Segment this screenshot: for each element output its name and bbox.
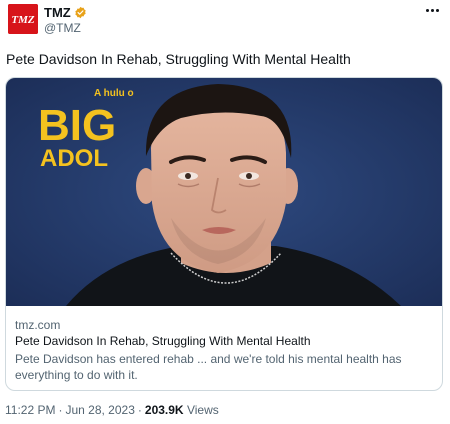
backdrop-hulu-text: A hulu o bbox=[94, 88, 134, 99]
avatar[interactable]: TMZ bbox=[8, 4, 38, 34]
views-count[interactable]: 203.9K bbox=[145, 403, 184, 417]
card-domain: tmz.com bbox=[15, 318, 61, 332]
more-options-icon[interactable] bbox=[422, 2, 442, 18]
backdrop-big-text: BIG bbox=[38, 101, 116, 150]
tweet-text: Pete Davidson In Rehab, Struggling With … bbox=[6, 51, 351, 67]
avatar-text: TMZ bbox=[11, 14, 35, 26]
card-title: Pete Davidson In Rehab, Struggling With … bbox=[15, 334, 311, 348]
tweet-date[interactable]: Jun 28, 2023 bbox=[65, 403, 134, 417]
card-description: Pete Davidson has entered rehab ... and … bbox=[15, 352, 402, 382]
meta-separator-2: · bbox=[137, 403, 142, 417]
card-image[interactable]: A hulu o BIG ADOL bbox=[6, 78, 442, 306]
name-row: TMZ bbox=[44, 5, 87, 20]
views-label: Views bbox=[186, 403, 219, 417]
handle[interactable]: @TMZ bbox=[44, 21, 81, 35]
display-name[interactable]: TMZ bbox=[44, 5, 71, 20]
tweet-meta: 11:22 PM · Jun 28, 2023 · 203.9K Views bbox=[5, 403, 219, 417]
verified-badge-icon bbox=[74, 6, 87, 19]
link-card[interactable]: A hulu o BIG ADOL tmz.com Pete Davidson … bbox=[5, 77, 443, 391]
tweet-time[interactable]: 11:22 PM bbox=[5, 403, 55, 417]
tmz-logo-icon: TMZ bbox=[8, 4, 38, 34]
meta-separator: · bbox=[58, 403, 63, 417]
tweet: TMZ TMZ @TMZ Pete Davidson In Rehab, Str… bbox=[0, 0, 450, 424]
backdrop-adol-text: ADOL bbox=[40, 145, 108, 172]
